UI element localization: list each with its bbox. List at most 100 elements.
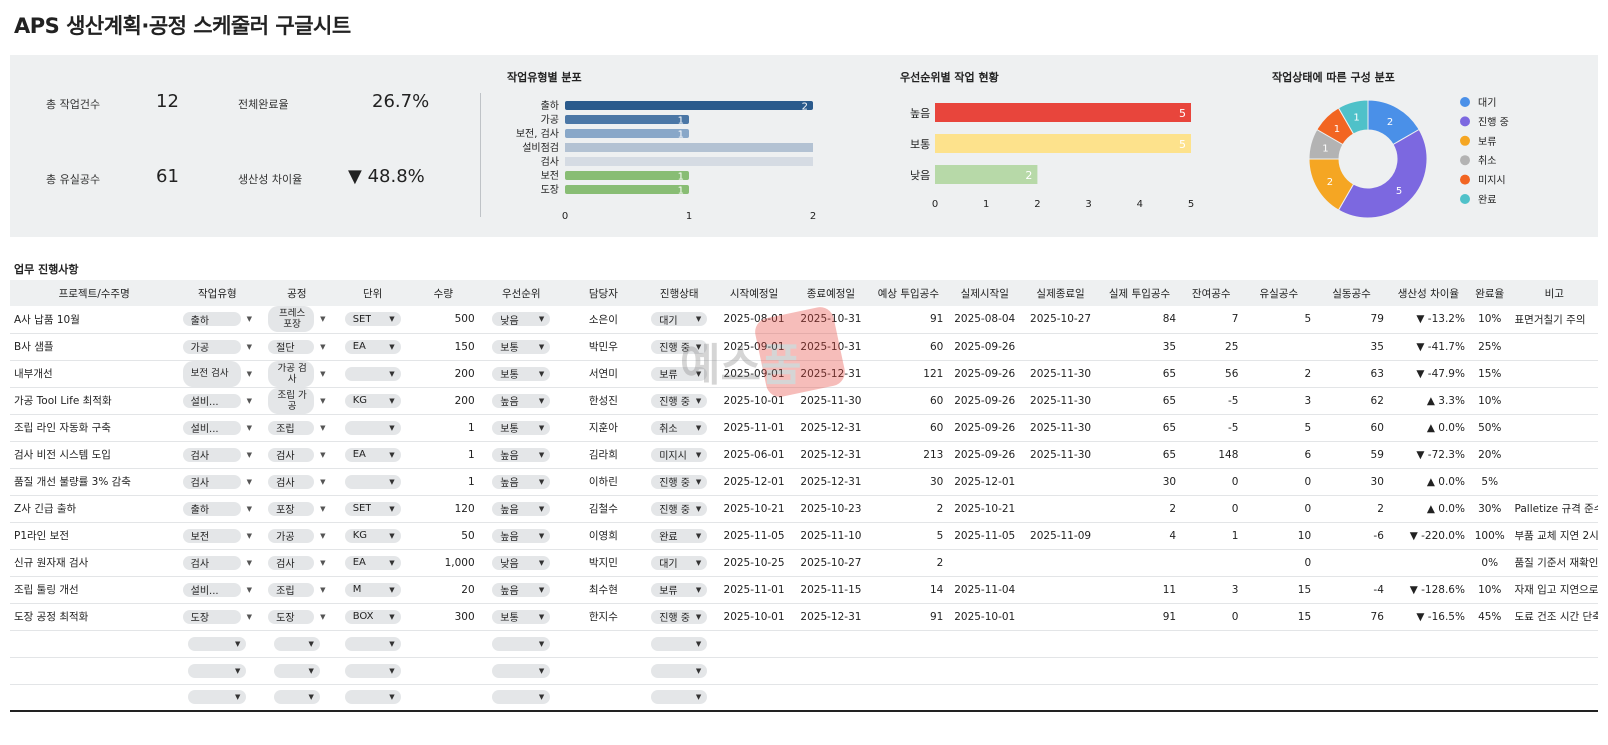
plan-start-cell[interactable]: 2025-08-01 — [715, 306, 793, 334]
owner-cell[interactable]: 한성진 — [563, 387, 643, 415]
unit-select[interactable]: M ▼ — [344, 582, 401, 597]
real-hours-cell[interactable] — [1315, 684, 1388, 712]
unit-select[interactable]: ▼ — [344, 663, 401, 678]
lost-hours-cell[interactable]: 15 — [1242, 576, 1316, 604]
priority-select[interactable]: 높음 ▼ — [492, 474, 551, 489]
project-name-cell[interactable]: A사 납품 10월 — [10, 306, 179, 334]
owner-cell[interactable]: 소은이 — [563, 306, 643, 334]
actual-hours-cell[interactable]: 65 — [1099, 360, 1181, 388]
actual-start-cell[interactable] — [947, 630, 1023, 658]
lost-hours-cell[interactable] — [1242, 657, 1316, 685]
chevron-down-icon[interactable]: ▼ — [539, 397, 544, 405]
status-select[interactable]: ▼ — [651, 636, 708, 651]
estimated-hours-cell[interactable] — [869, 684, 948, 712]
chevron-down-icon[interactable]: ▼ — [696, 478, 701, 486]
lost-hours-cell[interactable]: 0 — [1242, 468, 1316, 496]
quantity-cell[interactable]: 1 — [408, 414, 479, 442]
quantity-cell[interactable]: 200 — [408, 360, 479, 388]
owner-cell[interactable]: 최수현 — [563, 576, 643, 604]
owner-cell[interactable] — [563, 684, 643, 712]
plan-end-cell[interactable] — [792, 630, 870, 658]
note-cell[interactable] — [1510, 360, 1598, 388]
priority-select[interactable]: 높음 ▼ — [492, 393, 551, 408]
status-select[interactable]: ▼ — [651, 663, 708, 678]
column-header[interactable]: 우선순위 — [478, 280, 564, 306]
chevron-down-icon[interactable]: ▼ — [389, 478, 394, 486]
estimated-hours-cell[interactable]: 213 — [869, 441, 948, 469]
estimated-hours-cell[interactable]: 5 — [869, 522, 948, 550]
quantity-cell[interactable]: 50 — [408, 522, 479, 550]
productivity-gap-cell[interactable]: ▼ -16.5% — [1387, 603, 1469, 631]
chevron-down-icon[interactable]: ▼ — [320, 397, 325, 405]
actual-start-cell[interactable] — [947, 657, 1023, 685]
column-header[interactable]: 실제종료일 — [1022, 280, 1100, 306]
actual-hours-cell[interactable]: 84 — [1099, 306, 1181, 334]
column-header[interactable]: 단위 — [337, 280, 409, 306]
remaining-hours-cell[interactable] — [1180, 549, 1243, 577]
productivity-gap-cell[interactable]: ▼ -128.6% — [1387, 576, 1469, 604]
note-cell[interactable] — [1510, 414, 1598, 442]
project-name-cell[interactable] — [10, 684, 179, 712]
project-name-cell[interactable]: 신규 원자재 검사 — [10, 549, 179, 577]
chevron-down-icon[interactable]: ▼ — [539, 505, 544, 513]
note-cell[interactable] — [1510, 468, 1598, 496]
chevron-down-icon[interactable]: ▼ — [389, 640, 394, 648]
quantity-cell[interactable]: 1 — [408, 468, 479, 496]
productivity-gap-cell[interactable]: ▼ -41.7% — [1387, 333, 1469, 361]
status-select[interactable]: 대기 ▼ — [651, 312, 708, 327]
chevron-down-icon[interactable]: ▼ — [389, 451, 394, 459]
chevron-down-icon[interactable]: ▼ — [320, 559, 325, 567]
estimated-hours-cell[interactable]: 2 — [869, 549, 948, 577]
owner-cell[interactable]: 한지수 — [563, 603, 643, 631]
type-select[interactable]: 설비... — [182, 582, 241, 597]
column-header[interactable]: 실동공수 — [1315, 280, 1388, 306]
chevron-down-icon[interactable]: ▼ — [389, 532, 394, 540]
type-select[interactable]: 설비... — [182, 420, 241, 435]
chevron-down-icon[interactable]: ▼ — [696, 667, 701, 675]
column-header[interactable]: 실제 투입공수 — [1099, 280, 1181, 306]
estimated-hours-cell[interactable] — [869, 657, 948, 685]
priority-select[interactable]: 보통 ▼ — [492, 420, 551, 435]
actual-start-cell[interactable]: 2025-09-26 — [947, 387, 1023, 415]
plan-start-cell[interactable] — [715, 630, 793, 658]
chevron-down-icon[interactable]: ▼ — [247, 343, 252, 351]
chevron-down-icon[interactable]: ▼ — [320, 586, 325, 594]
unit-select[interactable]: ▼ — [344, 690, 401, 705]
chevron-down-icon[interactable]: ▼ — [389, 693, 394, 701]
type-select[interactable]: ▼ — [188, 636, 247, 651]
lost-hours-cell[interactable]: 5 — [1242, 414, 1316, 442]
productivity-gap-cell[interactable] — [1387, 657, 1469, 685]
project-name-cell[interactable]: 검사 비전 시스템 도입 — [10, 441, 179, 469]
column-header[interactable]: 비고 — [1510, 280, 1598, 306]
actual-hours-cell[interactable]: 65 — [1099, 441, 1181, 469]
chevron-down-icon[interactable]: ▼ — [696, 315, 701, 323]
plan-end-cell[interactable]: 2025-12-31 — [792, 603, 870, 631]
priority-select[interactable]: 높음 ▼ — [492, 528, 551, 543]
plan-end-cell[interactable]: 2025-10-27 — [792, 549, 870, 577]
real-hours-cell[interactable] — [1315, 630, 1388, 658]
type-select[interactable]: 설비... — [182, 393, 241, 408]
process-select[interactable]: 검사 — [268, 447, 315, 462]
actual-hours-cell[interactable]: 35 — [1099, 333, 1181, 361]
lost-hours-cell[interactable]: 10 — [1242, 522, 1316, 550]
remaining-hours-cell[interactable]: 0 — [1180, 468, 1243, 496]
status-select[interactable]: 진행 중 ▼ — [651, 474, 708, 489]
estimated-hours-cell[interactable] — [869, 630, 948, 658]
quantity-cell[interactable]: 20 — [408, 576, 479, 604]
priority-select[interactable]: ▼ — [492, 663, 551, 678]
type-select[interactable]: 도장 — [182, 609, 241, 624]
completion-rate-cell[interactable]: 50% — [1468, 414, 1511, 442]
completion-rate-cell[interactable]: 0% — [1468, 549, 1511, 577]
project-name-cell[interactable]: 조립 라인 자동화 구축 — [10, 414, 179, 442]
unit-select[interactable]: ▼ — [344, 420, 401, 435]
chevron-down-icon[interactable]: ▼ — [389, 370, 394, 378]
chevron-down-icon[interactable]: ▼ — [539, 532, 544, 540]
lost-hours-cell[interactable]: 2 — [1242, 360, 1316, 388]
chevron-down-icon[interactable]: ▼ — [389, 397, 394, 405]
actual-start-cell[interactable]: 2025-10-01 — [947, 603, 1023, 631]
actual-end-cell[interactable] — [1022, 468, 1100, 496]
chevron-down-icon[interactable]: ▼ — [539, 559, 544, 567]
estimated-hours-cell[interactable]: 60 — [869, 414, 948, 442]
actual-end-cell[interactable] — [1022, 603, 1100, 631]
priority-select[interactable]: 낮음 ▼ — [492, 312, 551, 327]
